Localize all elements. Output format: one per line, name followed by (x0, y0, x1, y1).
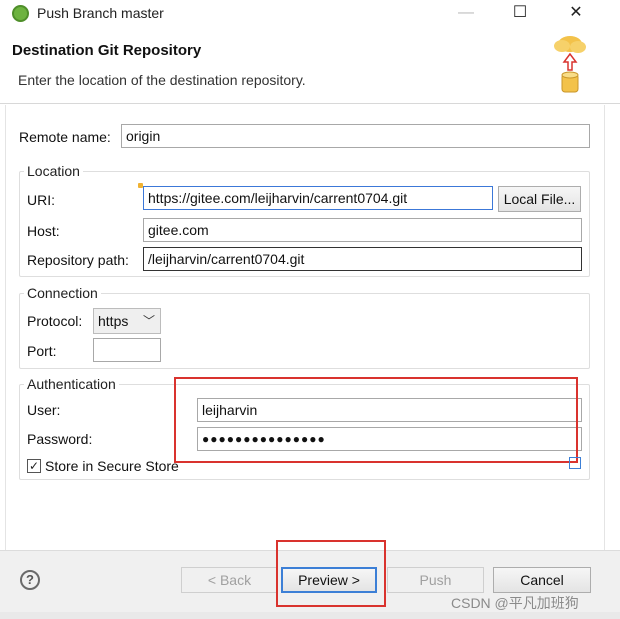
back-button[interactable]: < Back (181, 567, 278, 593)
annotation-preview-highlight (276, 540, 386, 607)
password-label: Password: (27, 431, 93, 447)
port-label: Port: (27, 343, 57, 359)
cancel-button[interactable]: Cancel (493, 567, 591, 593)
crosshair-icon (569, 457, 581, 469)
port-input[interactable] (93, 338, 161, 362)
remote-name-input[interactable]: origin (121, 124, 590, 148)
authentication-group-title: Authentication (24, 376, 119, 392)
chevron-down-icon: ﹀ (142, 314, 155, 328)
close-button[interactable]: ✕ (562, 2, 590, 24)
wizard-header: Destination Git Repository Enter the loc… (0, 28, 620, 104)
repository-path-label: Repository path: (27, 252, 129, 268)
remote-name-label: Remote name: (19, 129, 111, 145)
title-bar: Push Branch master — ☐ ✕ (0, 0, 620, 28)
push-button[interactable]: Push (387, 567, 484, 593)
store-secure-checkbox[interactable]: ✓ (27, 459, 41, 473)
page-description: Enter the location of the destination re… (18, 72, 306, 88)
minimize-button[interactable]: — (452, 2, 480, 24)
repository-path-input[interactable]: /leijharvin/carrent0704.git (143, 247, 582, 271)
user-label: User: (27, 402, 61, 418)
spring-leaf-icon (12, 5, 29, 22)
store-secure-label: Store in Secure Store (45, 458, 179, 474)
protocol-value: https (98, 313, 129, 329)
help-icon[interactable]: ? (20, 570, 40, 590)
watermark: CSDN @平凡加班狗 (451, 595, 579, 611)
annotation-credentials-highlight (174, 377, 578, 463)
protocol-label: Protocol: (27, 313, 83, 329)
uri-label: URI: (27, 192, 55, 208)
host-label: Host: (27, 223, 60, 239)
connection-group-title: Connection (24, 285, 101, 301)
location-group-title: Location (24, 163, 83, 179)
window-title: Push Branch master (37, 5, 164, 21)
cloud-push-icon (554, 36, 586, 93)
bottom-strip (0, 612, 620, 619)
maximize-button[interactable]: ☐ (506, 2, 534, 24)
local-file-button[interactable]: Local File... (498, 186, 581, 212)
protocol-select[interactable]: https ﹀ (93, 308, 161, 334)
page-title: Destination Git Repository (12, 42, 202, 59)
uri-input[interactable]: https://gitee.com/leijharvin/carrent0704… (143, 186, 493, 210)
host-input[interactable]: gitee.com (143, 218, 582, 242)
